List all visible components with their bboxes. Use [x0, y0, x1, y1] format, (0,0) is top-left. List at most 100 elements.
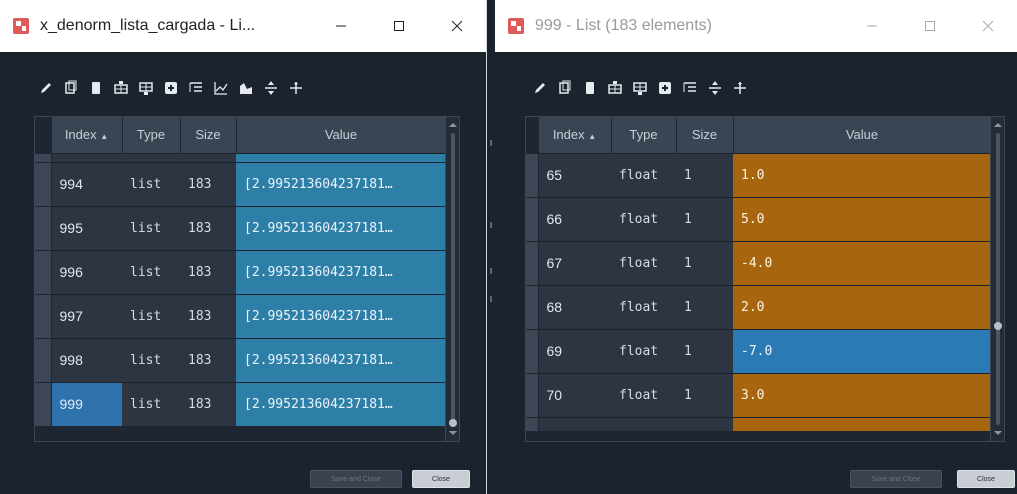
- vertical-scrollbar[interactable]: [990, 117, 1004, 441]
- add-icon[interactable]: [653, 76, 677, 100]
- table-row[interactable]: 998 list 183 [2.995213604237181…: [35, 337, 446, 382]
- cell-value[interactable]: -4.0: [733, 240, 991, 285]
- cell-index[interactable]: 67: [538, 240, 611, 285]
- cell-value[interactable]: 5.0: [733, 196, 991, 241]
- cell-value[interactable]: 2.0: [733, 284, 991, 329]
- cell-index[interactable]: 994: [51, 161, 122, 206]
- cell-value[interactable]: 3.0: [733, 372, 991, 417]
- cell-size[interactable]: 1: [676, 284, 733, 329]
- maximize-icon[interactable]: [901, 0, 959, 52]
- column-header-type[interactable]: Type: [122, 117, 181, 153]
- cell-value[interactable]: [2.995213604237181…: [236, 161, 446, 206]
- cell-type[interactable]: list: [122, 293, 180, 338]
- edit-icon[interactable]: [34, 76, 58, 100]
- cell-type[interactable]: list: [122, 249, 180, 294]
- area-chart-icon[interactable]: [234, 76, 258, 100]
- indent-icon[interactable]: [678, 76, 702, 100]
- save-and-close-button[interactable]: Save and Close: [850, 470, 942, 488]
- indent-icon[interactable]: [184, 76, 208, 100]
- cell-size[interactable]: 183: [180, 337, 236, 382]
- table-row[interactable]: 995 list 183 [2.995213604237181…: [35, 205, 446, 250]
- row-header[interactable]: [526, 328, 539, 373]
- cell-type[interactable]: float: [611, 284, 676, 329]
- row-header[interactable]: [35, 161, 52, 206]
- row-header[interactable]: [35, 205, 52, 250]
- collapse-icon[interactable]: [284, 76, 308, 100]
- cell-size[interactable]: 183: [180, 293, 236, 338]
- title-bar[interactable]: 999 - List (183 elements): [495, 0, 1017, 52]
- cell-value[interactable]: [2.995213604237181…: [236, 249, 446, 294]
- cell-size[interactable]: 183: [180, 205, 236, 250]
- cell-index[interactable]: 998: [51, 337, 122, 382]
- title-bar[interactable]: x_denorm_lista_cargada - Li...: [0, 0, 486, 52]
- row-header[interactable]: [526, 152, 539, 197]
- insert-row-above-icon[interactable]: [603, 76, 627, 100]
- row-header[interactable]: [35, 337, 52, 382]
- collapse-icon[interactable]: [728, 76, 752, 100]
- scrollbar-thumb[interactable]: [449, 419, 457, 427]
- table-row[interactable]: 65 float 1 1.0: [526, 152, 991, 197]
- paste-icon[interactable]: [84, 76, 108, 100]
- insert-row-below-icon[interactable]: [134, 76, 158, 100]
- close-button[interactable]: Close: [412, 470, 470, 488]
- row-header[interactable]: [526, 372, 539, 417]
- paste-icon[interactable]: [578, 76, 602, 100]
- cell-size[interactable]: 183: [180, 161, 236, 206]
- cell-index[interactable]: 65: [538, 152, 611, 197]
- cell-value[interactable]: [2.995213604237181…: [236, 205, 446, 250]
- close-button[interactable]: Close: [957, 470, 1015, 488]
- row-header[interactable]: [526, 196, 539, 241]
- cell-value[interactable]: -7.0: [733, 328, 991, 373]
- close-icon[interactable]: [959, 0, 1017, 52]
- minimize-icon[interactable]: [312, 0, 370, 52]
- cell-index[interactable]: 997: [51, 293, 122, 338]
- table-row[interactable]: 70 float 1 3.0: [526, 372, 991, 417]
- column-header-value[interactable]: Value: [733, 117, 992, 153]
- row-header[interactable]: [35, 293, 52, 338]
- vertical-scrollbar[interactable]: [445, 117, 459, 441]
- cell-index[interactable]: 68: [538, 284, 611, 329]
- row-header[interactable]: [526, 284, 539, 329]
- save-and-close-button[interactable]: Save and Close: [310, 470, 402, 488]
- scrollbar-thumb[interactable]: [994, 322, 1002, 330]
- table-row[interactable]: 68 float 1 2.0: [526, 284, 991, 329]
- edit-icon[interactable]: [528, 76, 552, 100]
- copy-icon[interactable]: [553, 76, 577, 100]
- row-header[interactable]: [35, 381, 52, 426]
- cell-type[interactable]: float: [611, 152, 676, 197]
- expand-icon[interactable]: [703, 76, 727, 100]
- cell-size[interactable]: 1: [676, 196, 733, 241]
- close-icon[interactable]: [428, 0, 486, 52]
- cell-type[interactable]: list: [122, 205, 180, 250]
- cell-index[interactable]: 996: [51, 249, 122, 294]
- maximize-icon[interactable]: [370, 0, 428, 52]
- cell-size[interactable]: 1: [676, 240, 733, 285]
- column-header-type[interactable]: Type: [611, 117, 677, 153]
- cell-size[interactable]: 1: [676, 328, 733, 373]
- minimize-icon[interactable]: [843, 0, 901, 52]
- table-row-selected[interactable]: 69 float 1 -7.0: [526, 328, 991, 373]
- cell-index[interactable]: 66: [538, 196, 611, 241]
- column-header-value[interactable]: Value: [236, 117, 447, 153]
- column-header-size[interactable]: Size: [676, 117, 734, 153]
- cell-index[interactable]: 995: [51, 205, 122, 250]
- cell-size[interactable]: 1: [676, 372, 733, 417]
- add-icon[interactable]: [159, 76, 183, 100]
- cell-type[interactable]: float: [611, 328, 676, 373]
- cell-type[interactable]: list: [122, 161, 180, 206]
- insert-row-below-icon[interactable]: [628, 76, 652, 100]
- expand-icon[interactable]: [259, 76, 283, 100]
- cell-size[interactable]: 183: [180, 249, 236, 294]
- table-row[interactable]: 66 float 1 5.0: [526, 196, 991, 241]
- table-row[interactable]: 994 list 183 [2.995213604237181…: [35, 161, 446, 206]
- cell-type[interactable]: list: [122, 381, 180, 426]
- line-chart-icon[interactable]: [209, 76, 233, 100]
- cell-index[interactable]: 69: [538, 328, 611, 373]
- row-header[interactable]: [35, 249, 52, 294]
- cell-type[interactable]: float: [611, 240, 676, 285]
- row-header[interactable]: [526, 240, 539, 285]
- cell-value[interactable]: 1.0: [733, 152, 991, 197]
- copy-icon[interactable]: [59, 76, 83, 100]
- cell-type[interactable]: list: [122, 337, 180, 382]
- table-row[interactable]: 996 list 183 [2.995213604237181…: [35, 249, 446, 294]
